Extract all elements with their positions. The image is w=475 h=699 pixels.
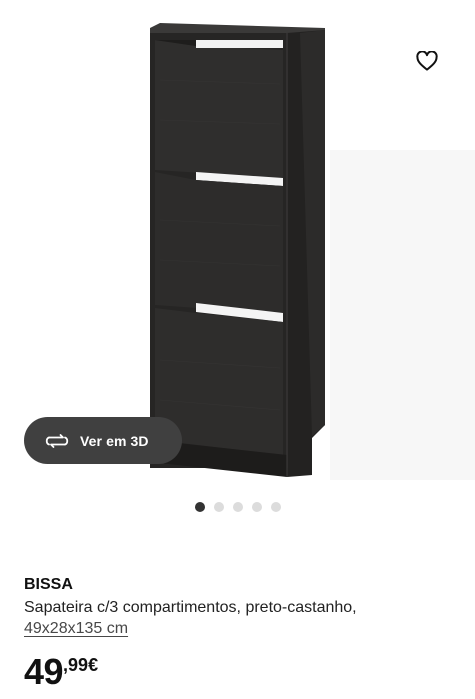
pagination-dot[interactable] [194,502,205,512]
view-in-3d-label: Ver em 3D [80,432,149,449]
view-in-3d-button[interactable]: Ver em 3D [24,417,182,464]
product-name: BISSA [24,576,73,593]
product-info: BISSA Sapateira c/3 compartimentos, pret… [24,575,464,639]
price-currency: € [88,655,99,675]
pagination-dot[interactable] [232,502,243,512]
pagination-dot[interactable] [213,502,224,512]
pagination-dot[interactable] [270,502,281,512]
favourite-button[interactable] [410,44,444,78]
product-image-gallery[interactable]: Ver em 3D [0,0,475,490]
rotate-3d-icon [44,431,70,451]
price-integer: 49 [24,651,64,692]
pagination-dot[interactable] [251,502,262,512]
gallery-pagination [0,500,475,514]
price-decimals: ,99 [63,655,89,675]
product-dimensions-link[interactable]: 49x28x135 cm [24,618,128,639]
heart-outline-icon [416,51,438,71]
product-price: 49 ,99 € [24,652,98,692]
product-description: Sapateira c/3 compartimentos, preto-cast… [24,599,357,616]
